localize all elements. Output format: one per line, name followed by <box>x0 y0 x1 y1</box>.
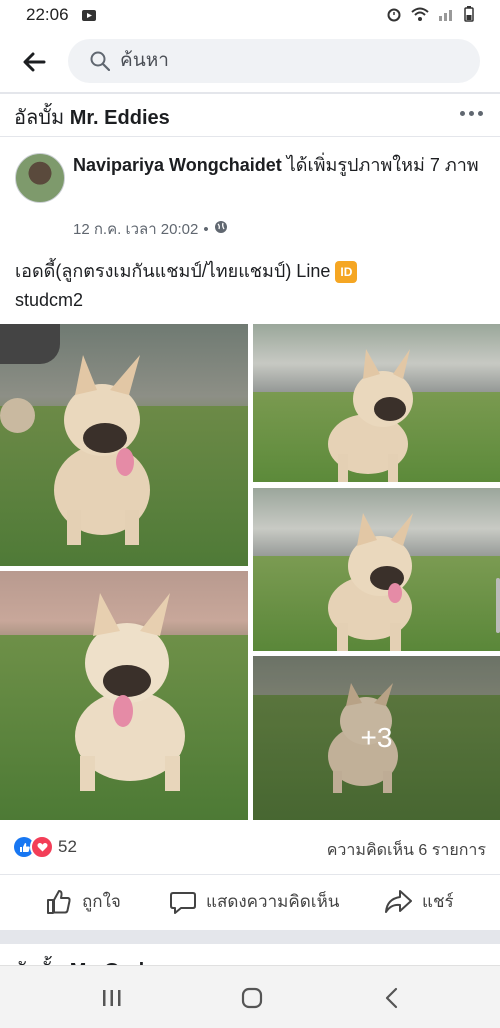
post-timestamp[interactable]: 12 ก.ค. เวลา 20:02 <box>73 217 198 241</box>
more-icon-dot <box>469 110 474 116</box>
back-nav-button[interactable] <box>372 984 412 1012</box>
wifi-icon <box>410 6 430 27</box>
battery-icon <box>464 6 474 27</box>
search-icon <box>90 51 110 71</box>
dog-image <box>328 513 413 651</box>
back-nav-icon <box>385 987 398 1009</box>
post-action-text: ได้เพิ่มรูปภาพใหม่ 7 ภาพ <box>286 155 479 175</box>
globe-icon <box>214 220 228 238</box>
author-avatar[interactable] <box>15 153 65 203</box>
like-label: ถูกใจ <box>82 892 121 911</box>
like-icon <box>47 889 71 914</box>
more-icon <box>460 110 465 116</box>
status-bar: 22:06 <box>0 0 500 30</box>
post-text: เอดดี้(ลูกตรงเมกันแชมป์/ไทยแชมป์) Line I… <box>15 257 485 315</box>
dog-image <box>75 593 185 791</box>
reactions-summary[interactable]: 52 <box>14 835 77 859</box>
search-header <box>0 34 500 90</box>
photo-ball <box>0 398 35 433</box>
scrollbar[interactable] <box>496 578 500 633</box>
album-prefix: อัลบั้ม <box>14 107 65 129</box>
post-photo-5[interactable]: +3 <box>253 656 500 820</box>
post-photo-2[interactable] <box>253 324 500 482</box>
share-icon <box>385 889 412 913</box>
post-action-bar: ถูกใจ แสดงความคิดเห็น แชร์ <box>0 874 500 933</box>
comments-count[interactable]: ความคิดเห็น 6 รายการ <box>327 838 486 863</box>
system-nav-bar <box>0 965 500 1028</box>
signal-icon <box>438 6 456 27</box>
post-text-main: เอดดี้(ลูกตรงเมกันแชมป์/ไทยแชมป์) Line <box>15 261 331 281</box>
share-button[interactable]: แชร์ <box>384 888 454 915</box>
album-more-button[interactable] <box>460 106 486 120</box>
comment-label: แสดงความคิดเห็น <box>206 892 340 911</box>
dog-image <box>328 349 413 482</box>
recents-icon <box>103 990 121 1006</box>
post-photo-1[interactable] <box>0 324 248 566</box>
album-title[interactable]: อัลบั้ม Mr. Eddies <box>14 101 170 133</box>
home-icon <box>241 987 263 1009</box>
search-input[interactable] <box>118 49 422 73</box>
more-photos-overlay[interactable]: +3 <box>253 656 500 820</box>
recents-button[interactable] <box>92 984 132 1012</box>
comment-icon <box>170 891 196 914</box>
more-photos-count: +3 <box>360 722 393 753</box>
divider <box>0 136 500 137</box>
status-icons <box>386 6 474 27</box>
home-button[interactable] <box>232 984 272 1012</box>
post-meta: 12 ก.ค. เวลา 20:02 • <box>73 217 228 241</box>
section-separator <box>0 930 500 944</box>
alarm-icon <box>386 6 402 27</box>
dog-image <box>54 355 150 545</box>
post-author-line: Navipariya Wongchaidet ได้เพิ่มรูปภาพใหม… <box>73 152 488 179</box>
meta-separator: • <box>203 220 209 238</box>
media-notification-icon <box>82 8 96 26</box>
share-label: แชร์ <box>422 892 454 911</box>
status-time: 22:06 <box>26 5 69 24</box>
author-name[interactable]: Navipariya Wongchaidet <box>73 155 282 175</box>
album-name: Mr. Eddies <box>69 107 170 129</box>
reaction-count: 52 <box>58 837 77 856</box>
love-reaction-icon <box>30 835 54 859</box>
post-text-line2: studcm2 <box>15 290 84 310</box>
comment-button[interactable]: แสดงความคิดเห็น <box>170 888 339 915</box>
like-button[interactable]: ถูกใจ <box>46 888 121 915</box>
divider <box>0 92 500 94</box>
post-photo-3[interactable] <box>253 488 500 651</box>
back-arrow-icon <box>23 52 46 72</box>
search-box[interactable] <box>68 39 480 83</box>
back-button[interactable] <box>20 48 48 76</box>
line-id-badge: ID <box>335 261 358 284</box>
more-icon-dot <box>478 110 483 116</box>
post-photo-4[interactable] <box>0 571 248 820</box>
